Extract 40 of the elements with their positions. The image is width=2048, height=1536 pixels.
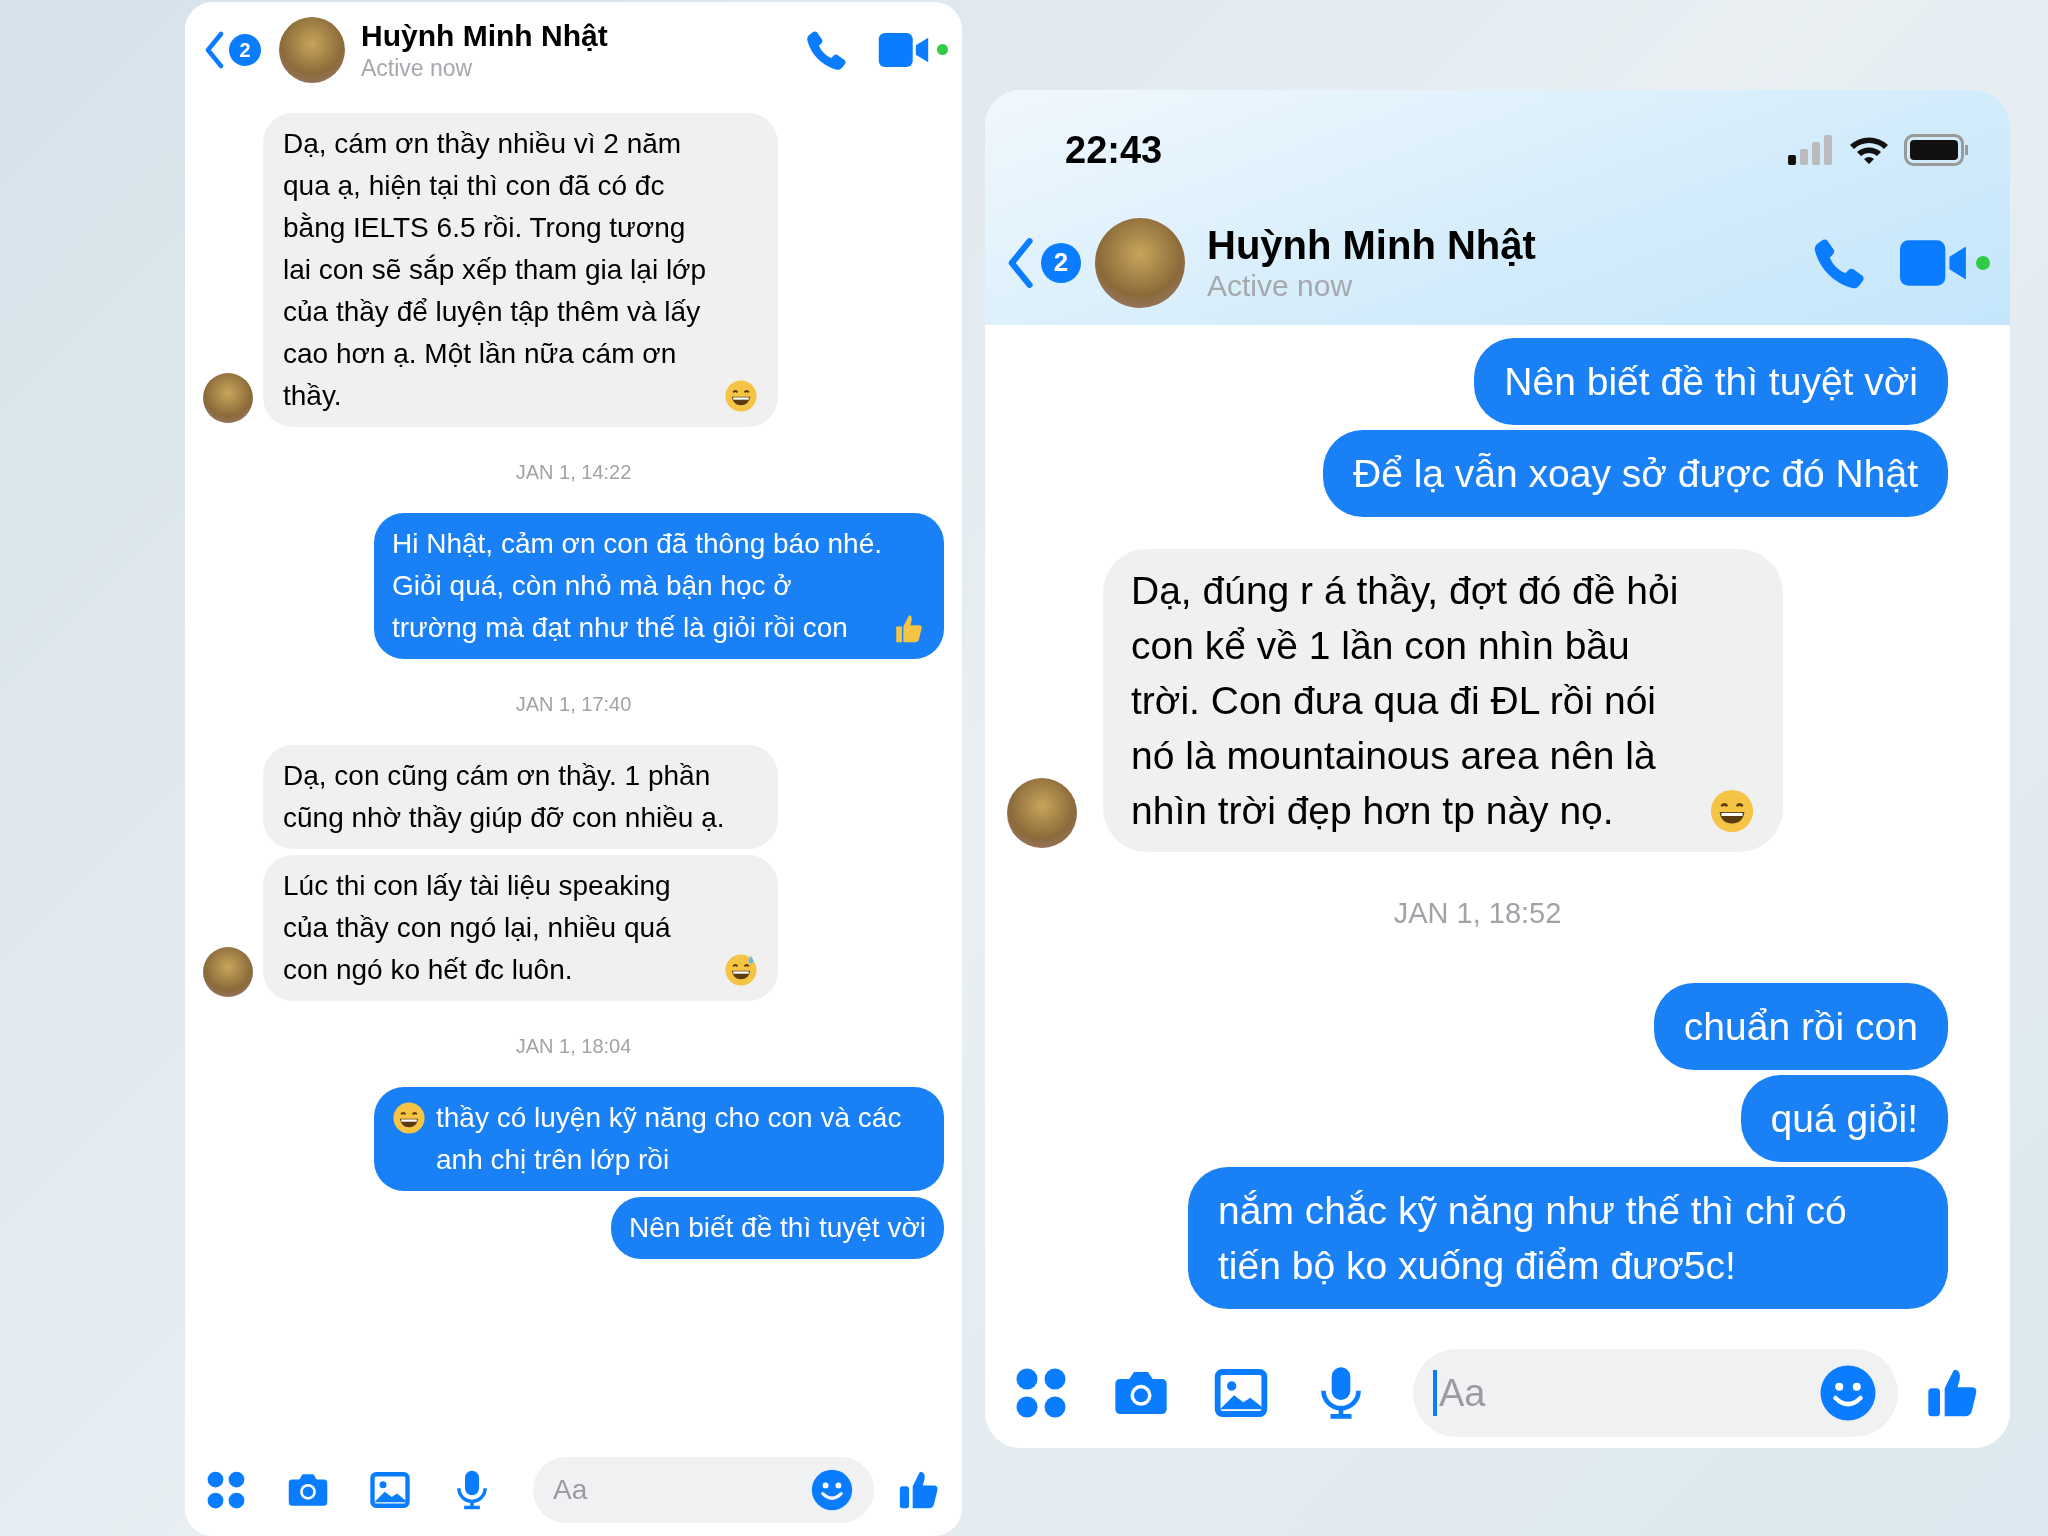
active-status: Active now: [1207, 267, 1354, 304]
timestamp: JAN 1, 14:22: [515, 460, 632, 485]
input-placeholder: Aa: [1439, 1370, 1487, 1416]
active-status: Active now: [361, 53, 474, 82]
sweat-smile-face-icon: [724, 953, 758, 987]
text-cursor: [1433, 1370, 1437, 1416]
grinning-face-icon: [1709, 788, 1755, 834]
message-text: quá giỏi!: [1770, 1095, 1918, 1142]
status-bar-time: 22:43: [1065, 127, 1163, 173]
input-placeholder: Aa: [553, 1473, 589, 1507]
back-icon[interactable]: [203, 30, 225, 69]
message-text: nắm chắc kỹ năng như thế thì chỉ có tiến bộ ko xuống điểm đươ5c!: [1218, 1187, 1848, 1289]
message-input-field[interactable]: Aa: [533, 1457, 874, 1523]
timestamp: JAN 1, 18:52: [1393, 896, 1562, 931]
emoji-icon[interactable]: [1818, 1363, 1878, 1423]
message-text: Lúc thi con lấy tài liệu speaking của thầy con ngó lại, nhiều quá con ngó ko hết đc luôn.: [283, 869, 672, 987]
timestamp: JAN 1, 17:40: [515, 692, 632, 717]
unread-badge: 2: [229, 33, 261, 66]
message-text: Nên biết đề thì tuyệt vời: [1504, 359, 1918, 405]
grinning-face-icon: [724, 379, 758, 413]
message-text: Nên biết đề thì tuyệt vời: [629, 1211, 926, 1245]
message-text: Dạ, cám ơn thầy nhiều vì 2 năm qua ạ, hiện tại thì con đã có đc bằng IELTS 6.5 rồi. Trong tương lai con sẽ sắp xếp tham gia lại lớp của thầy để luyện tập thêm và lấy cao hơn ạ. Một lần nữa cám ơn thầy.: [283, 127, 708, 413]
battery-icon: [1904, 134, 1970, 166]
contact-name: Huỳnh Minh Nhật: [361, 17, 609, 54]
wifi-icon: [1848, 135, 1890, 165]
image-icon[interactable]: [369, 1469, 411, 1511]
grinning-face-icon: [392, 1101, 426, 1135]
unread-badge: 2: [1041, 242, 1081, 283]
timestamp: JAN 1, 18:04: [515, 1034, 632, 1059]
apps-icon[interactable]: [205, 1469, 247, 1511]
contact-name: Huỳnh Minh Nhật: [1207, 221, 1537, 268]
message-text: Dạ, đúng r á thầy, đợt đó đề hỏi con kể về 1 lần con nhìn bầu trời. Con đưa qua đi ĐL rồi nói nó là mountainous area nên là nhìn trời đẹp hơn tp này nọ.: [1131, 568, 1680, 834]
message-text: Dạ, con cũng cám ơn thầy. 1 phần cũng nhờ thầy giúp đỡ con nhiều ạ.: [283, 759, 726, 835]
signal-icon: [1788, 135, 1834, 165]
message-text: Hi Nhật, cảm ơn con đã thông báo nhé. Giỏi quá, còn nhỏ mà bận học ở trường mà đạt như thế là giỏi rồi con: [392, 527, 882, 645]
message-text: Để lạ vẫn xoay sở được đó Nhật: [1352, 451, 1918, 497]
message-input-field[interactable]: Aa: [1413, 1349, 1898, 1437]
message-text: thầy có luyện kỹ năng cho con và các anh chị trên lớp rồi: [436, 1101, 903, 1177]
emoji-icon[interactable]: [810, 1468, 854, 1512]
message-text: chuẩn rồi con: [1683, 1003, 1918, 1050]
